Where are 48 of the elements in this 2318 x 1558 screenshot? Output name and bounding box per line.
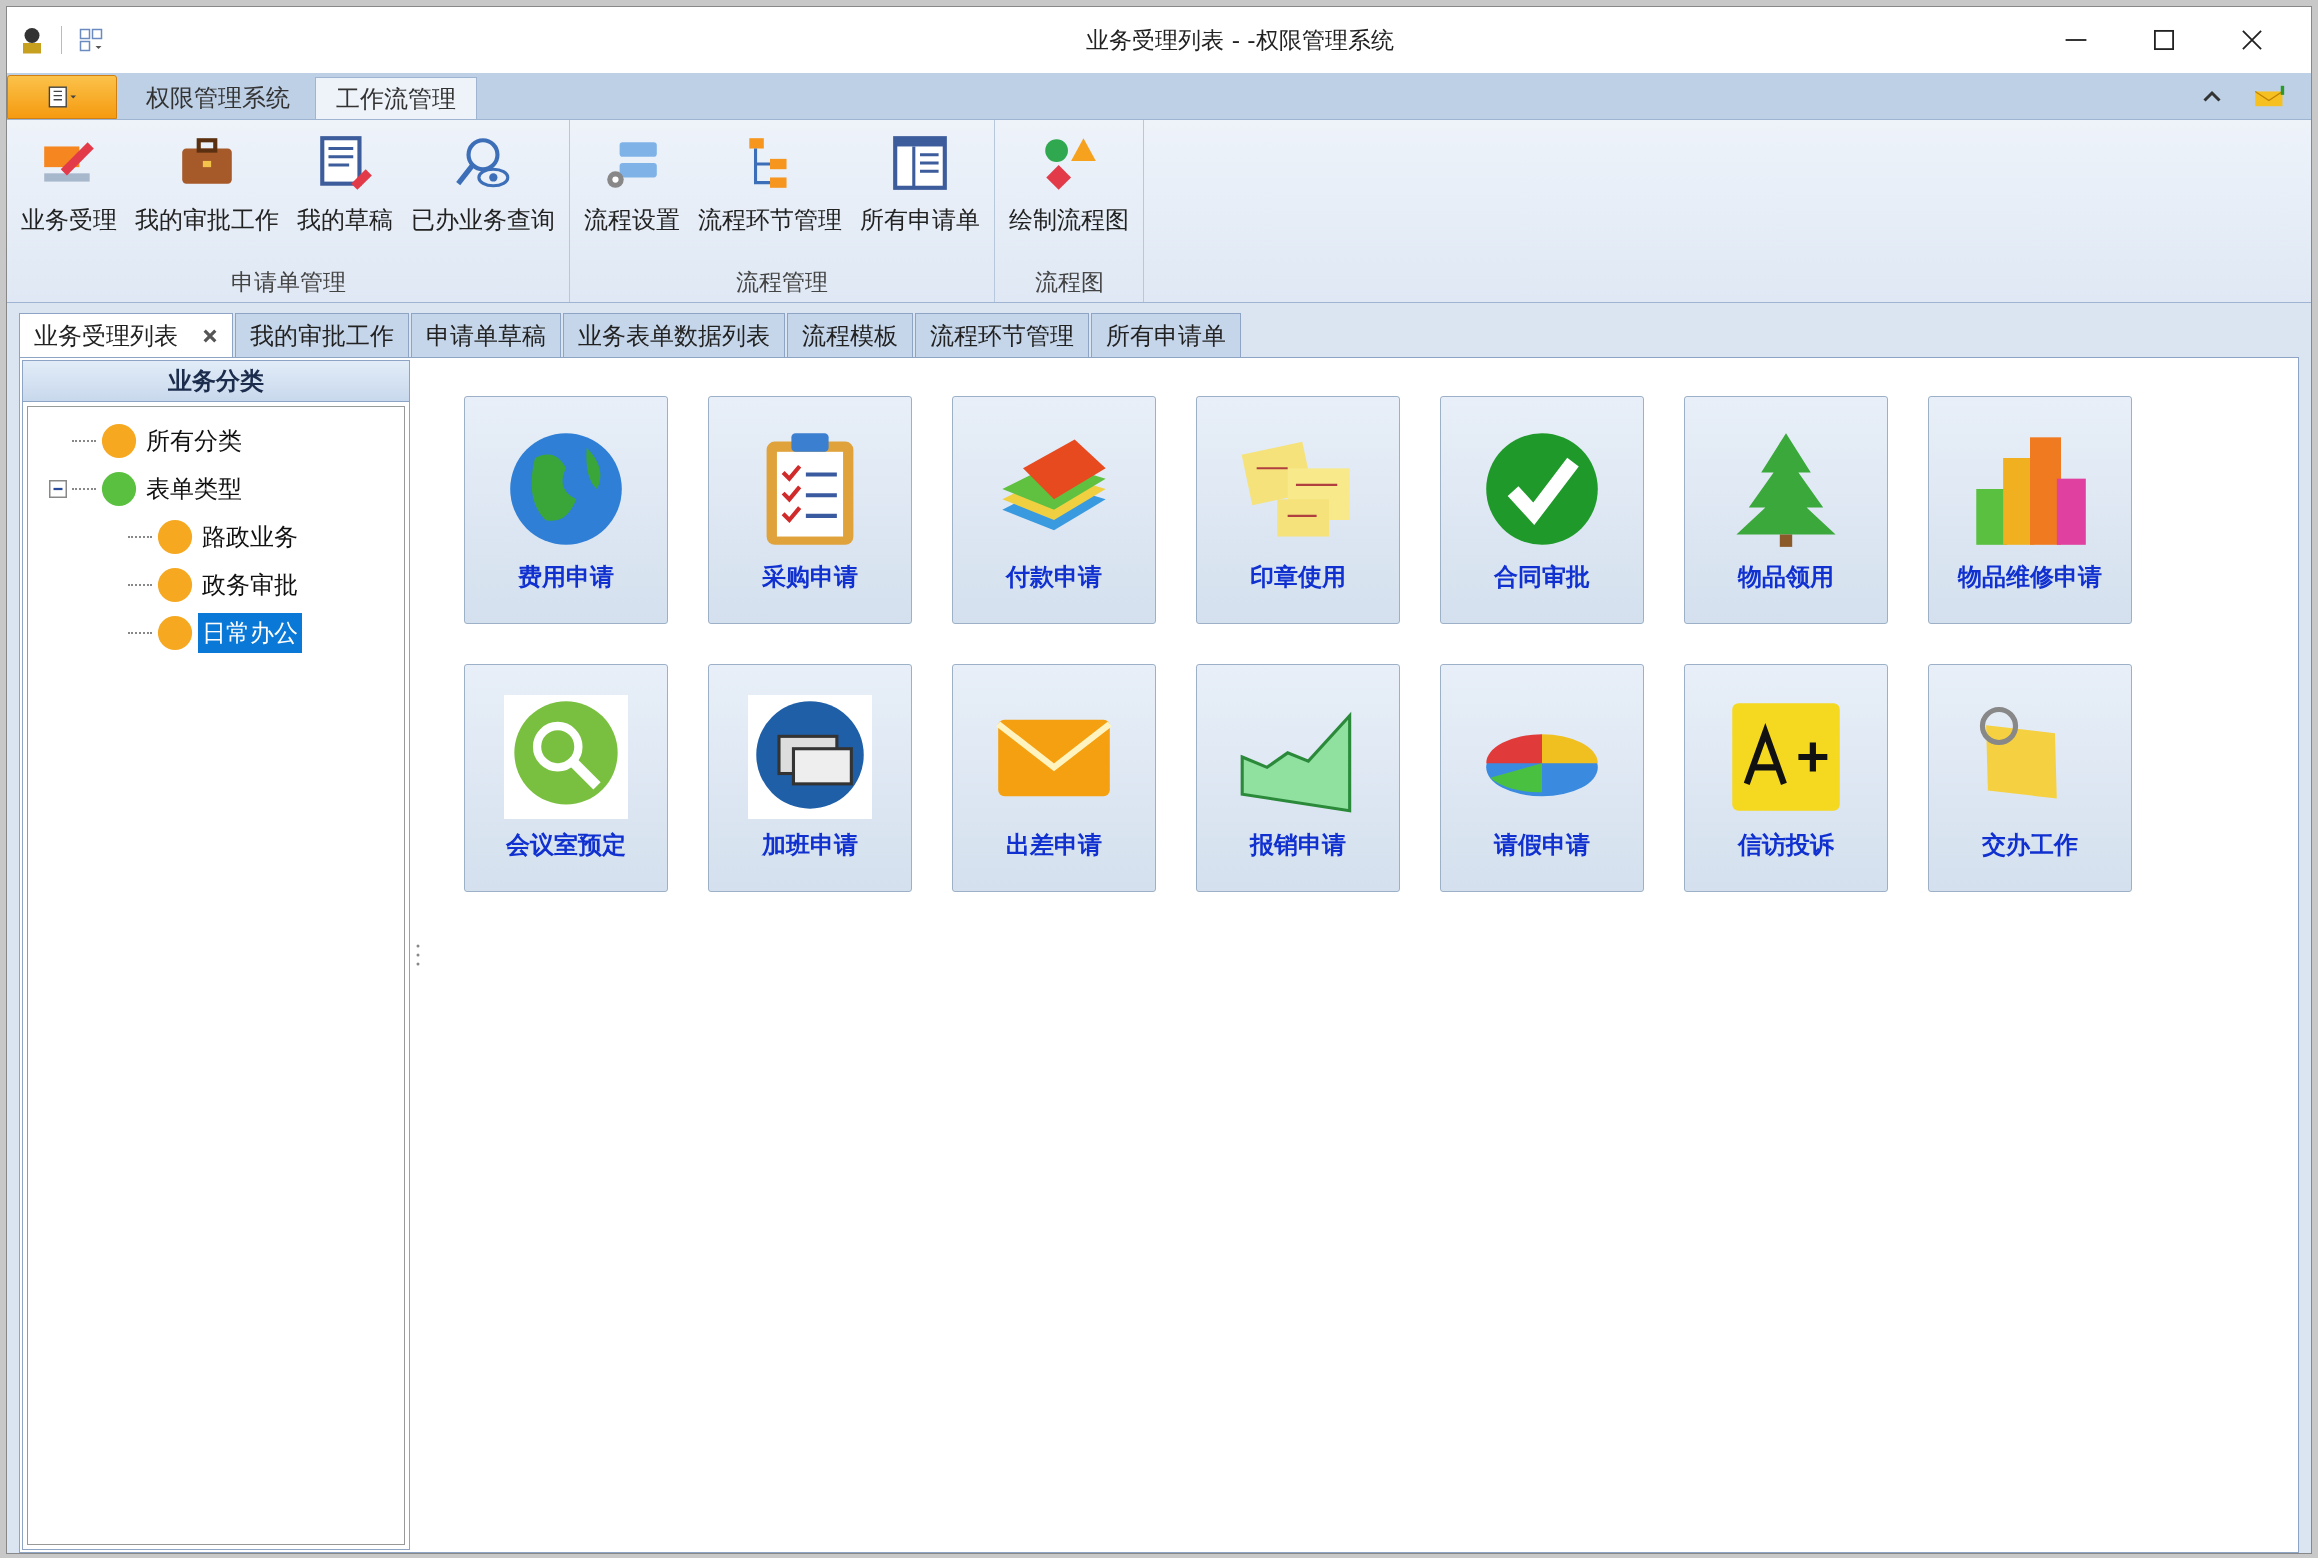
tile-button[interactable]: 合同审批 — [1440, 396, 1644, 624]
ribbon-button[interactable]: 已办业务查询 — [403, 128, 563, 267]
splitter-grip-icon[interactable] — [416, 943, 420, 967]
ribbon-button[interactable]: 我的审批工作 — [127, 128, 287, 267]
tile-button[interactable]: 物品领用 — [1684, 396, 1888, 624]
ribbon-tab[interactable]: 权限管理系统 — [125, 77, 311, 119]
ribbon-button[interactable]: 流程环节管理 — [690, 128, 850, 267]
maximize-icon[interactable] — [2151, 27, 2177, 53]
ribbon-tab[interactable]: 工作流管理 — [315, 77, 477, 119]
ribbon-button[interactable]: 我的草稿 — [289, 128, 401, 267]
document-tab[interactable]: 申请单草稿 — [411, 313, 561, 357]
tile-button[interactable]: 会议室预定 — [464, 664, 668, 892]
document-tab[interactable]: 业务受理列表 — [19, 313, 233, 357]
ribbon-button[interactable]: 流程设置 — [576, 128, 688, 267]
document-tab[interactable]: 流程模板 — [787, 313, 913, 357]
tree-item[interactable]: 所有分类 — [142, 421, 246, 461]
magnifier-icon — [504, 695, 628, 819]
close-icon[interactable] — [202, 327, 218, 344]
document-tab[interactable]: 流程环节管理 — [915, 313, 1089, 357]
window-title: 业务受理列表 - -权限管理系统 — [1085, 25, 1395, 55]
document-tab[interactable]: 我的审批工作 — [235, 313, 409, 357]
tile-button[interactable]: 请假申请 — [1440, 664, 1644, 892]
tile-button[interactable]: 加班申请 — [708, 664, 912, 892]
tile-button[interactable]: 印章使用 — [1196, 396, 1400, 624]
tree-item[interactable]: 路政业务 — [198, 517, 302, 557]
tile-button[interactable]: 出差申请 — [952, 664, 1156, 892]
tile-button[interactable]: 费用申请 — [464, 396, 668, 624]
group-label: 流程图 — [1033, 268, 1105, 297]
app-menu-button[interactable] — [7, 75, 117, 119]
ribbon-button[interactable]: 所有申请单 — [852, 128, 988, 267]
ribbon-button[interactable]: 绘制流程图 — [1001, 128, 1137, 267]
tree-item[interactable]: 表单类型 — [142, 469, 246, 509]
group-label: 申请单管理 — [229, 268, 347, 297]
tree-item[interactable]: 政务审批 — [198, 565, 302, 605]
collapse-toggle[interactable] — [48, 480, 68, 498]
tile-button[interactable]: 报销申请 — [1196, 664, 1400, 892]
tile-button[interactable]: 交办工作 — [1928, 664, 2132, 892]
ribbon-button[interactable]: 业务受理 — [13, 128, 125, 267]
tile-button[interactable]: 信访投诉 — [1684, 664, 1888, 892]
tile-button[interactable]: 物品维修申请 — [1928, 396, 2132, 624]
tree-item[interactable]: 日常办公 — [198, 613, 302, 653]
tile-button[interactable]: 采购申请 — [708, 396, 912, 624]
document-tab[interactable]: 业务表单数据列表 — [563, 313, 785, 357]
close-icon[interactable] — [2239, 27, 2265, 53]
group-label: 流程管理 — [735, 268, 829, 297]
tile-button[interactable]: 付款申请 — [952, 396, 1156, 624]
document-tab[interactable]: 所有申请单 — [1091, 313, 1241, 357]
sidebar-title: 业务分类 — [23, 361, 409, 402]
